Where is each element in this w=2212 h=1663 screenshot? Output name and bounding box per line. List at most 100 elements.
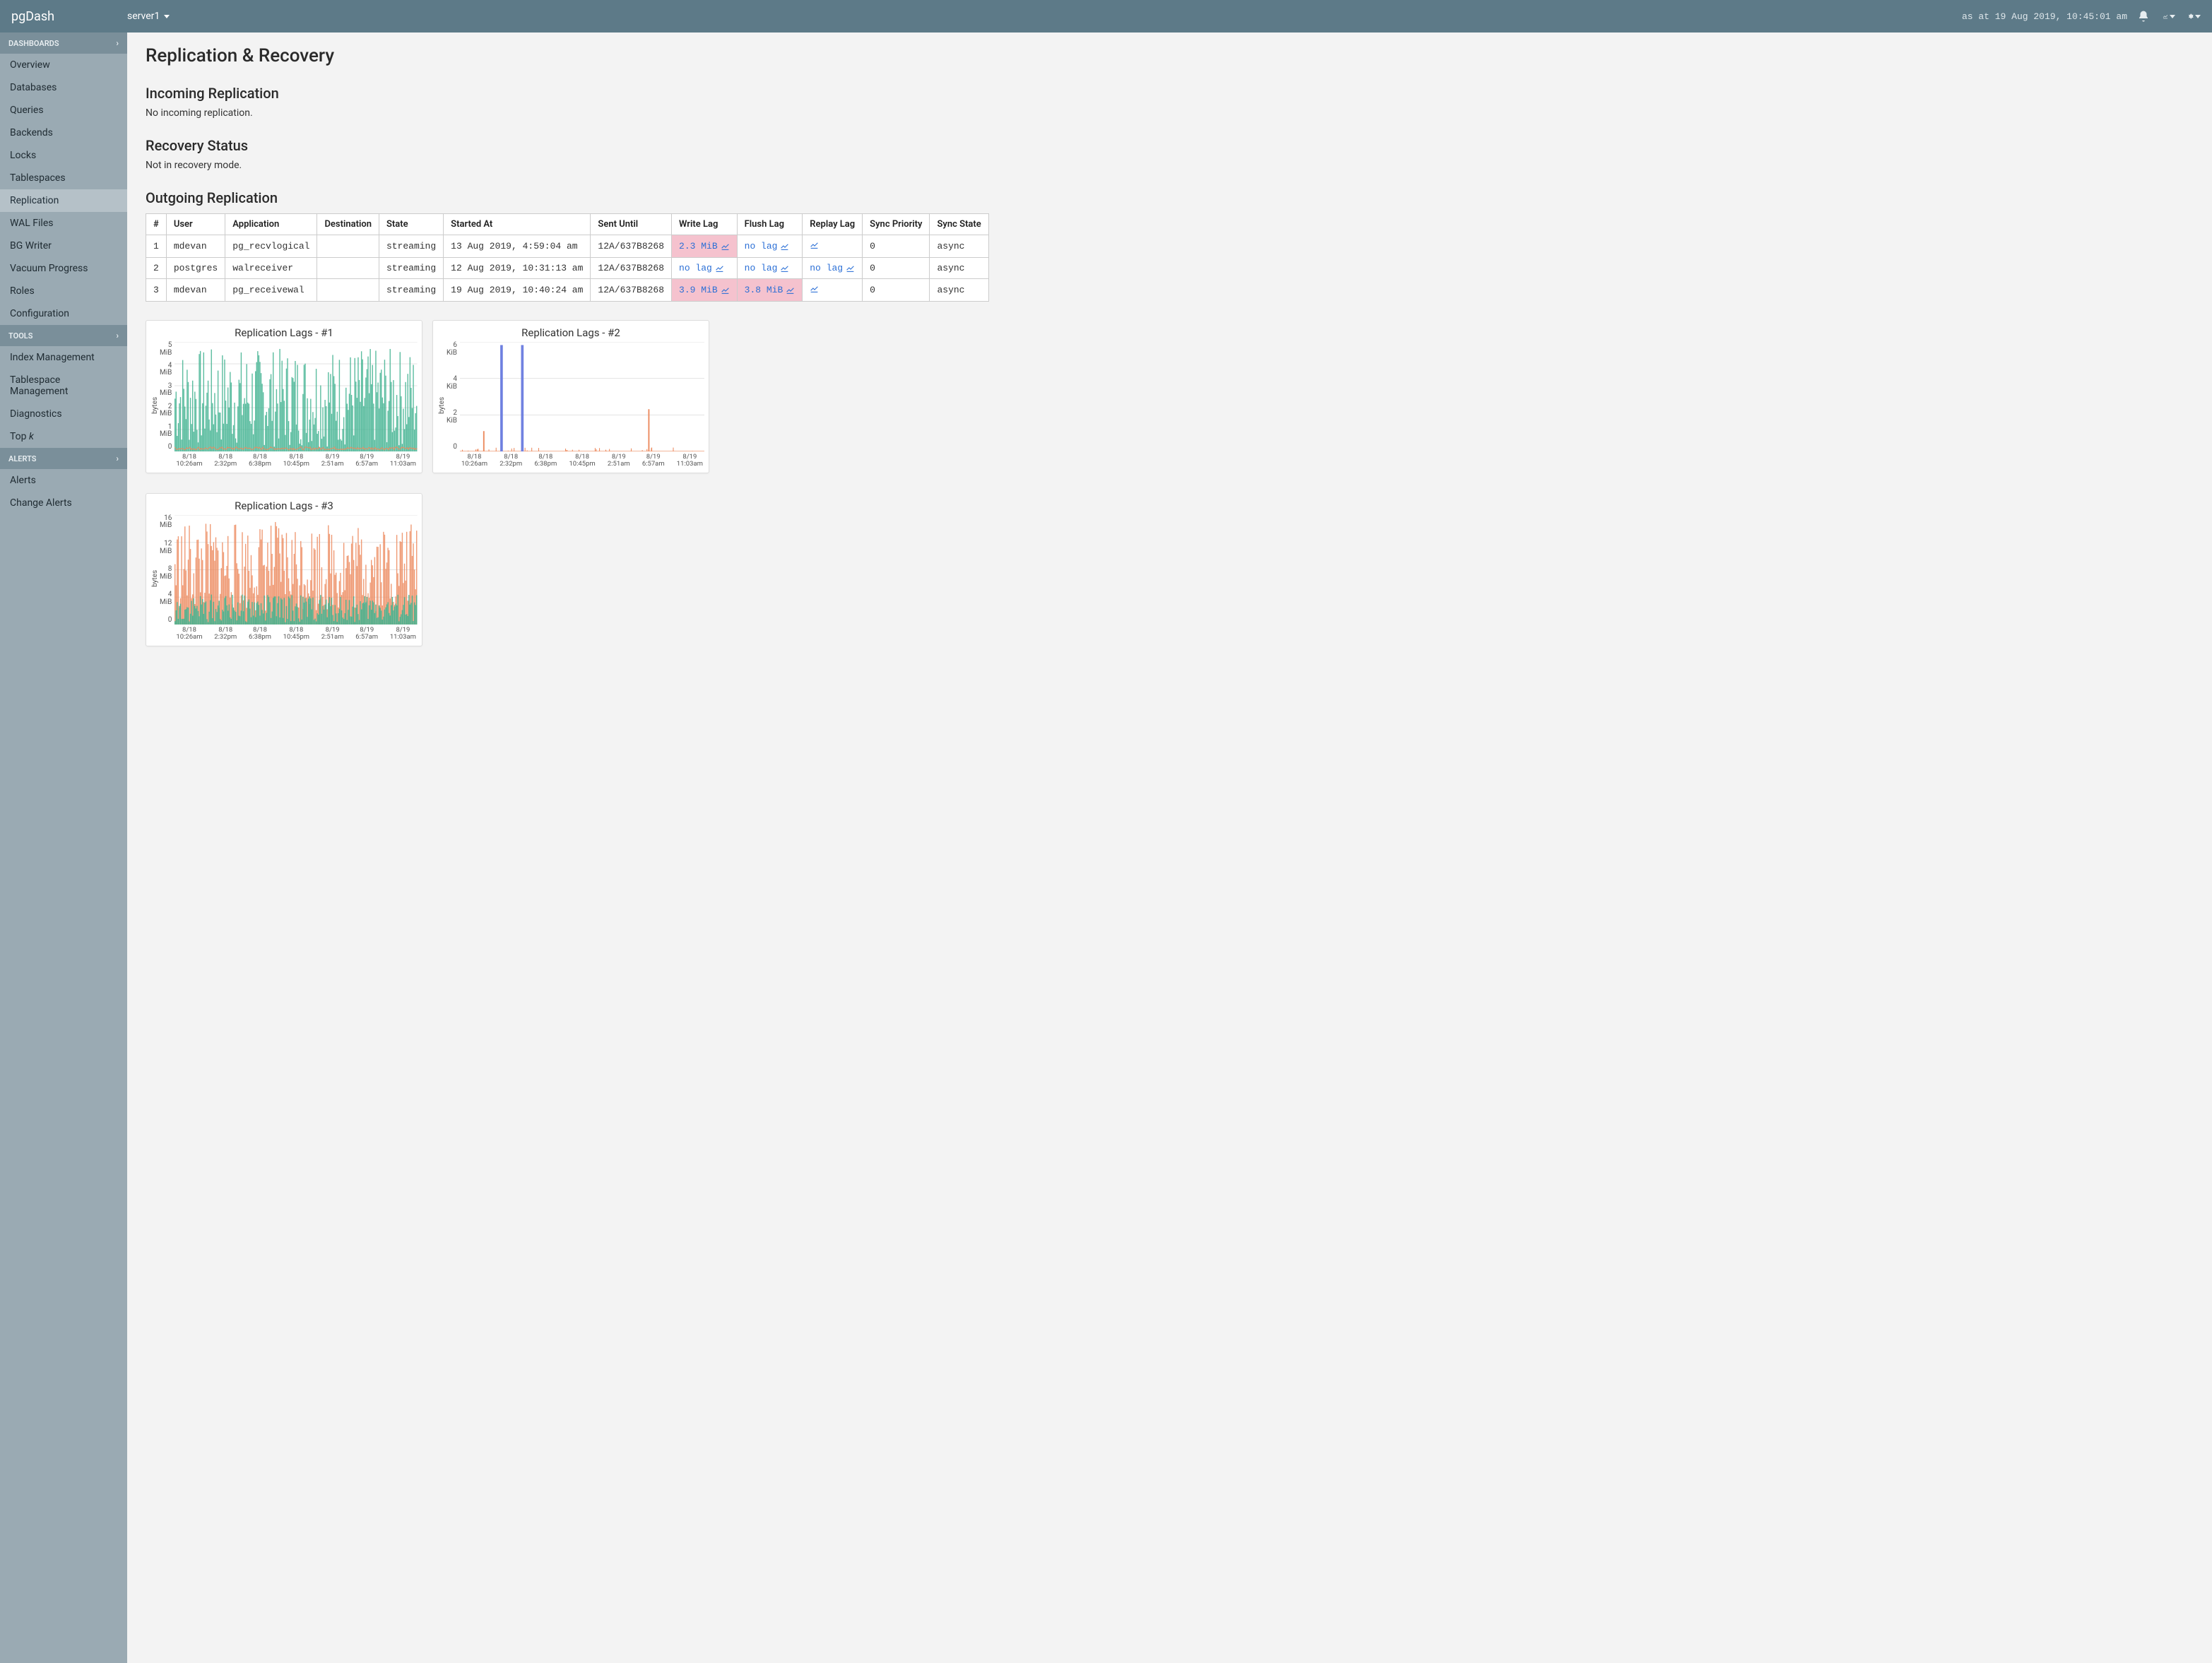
table-cell: streaming (379, 279, 443, 302)
chevron-right-icon: › (116, 38, 119, 48)
chart-plot[interactable] (175, 515, 418, 625)
chevron-right-icon: › (116, 454, 119, 463)
chart-card: Replication Lags - #2bytes6 KiB4 KiB2 Ki… (432, 320, 709, 473)
table-cell: async (930, 279, 988, 302)
outgoing-replication-table: #UserApplicationDestinationStateStarted … (146, 213, 989, 302)
table-cell: mdevan (166, 279, 225, 302)
table-cell: walreceiver (225, 258, 317, 279)
table-header: Started At (444, 214, 591, 235)
chart-plot[interactable] (460, 342, 704, 451)
table-row: 1mdevanpg_recvlogicalstreaming13 Aug 201… (146, 235, 989, 258)
lag-chart-link[interactable]: no lag (745, 241, 790, 251)
chart-y-label: bytes (150, 515, 160, 641)
chart-y-axis: 5 MiB4 MiB3 MiB2 MiB1 MiB0 (160, 342, 175, 451)
lag-cell: 2.3 MiB (672, 235, 738, 258)
sidebar-item-backends[interactable]: Backends (0, 122, 127, 144)
page-title: Replication & Recovery (146, 45, 2194, 66)
app-header: pgDash server1 as at 19 Aug 2019, 10:45:… (0, 0, 2212, 32)
sidebar-item-replication[interactable]: Replication (0, 189, 127, 212)
table-header: Write Lag (672, 214, 738, 235)
table-header: Application (225, 214, 317, 235)
lag-chart-link[interactable]: 3.9 MiB (679, 285, 730, 295)
sidebar-item-overview[interactable]: Overview (0, 54, 127, 76)
lag-cell: 3.8 MiB (737, 279, 803, 302)
table-cell: 12A/637B8268 (591, 279, 672, 302)
chart-title: Replication Lags - #1 (150, 326, 418, 339)
timestamp-label: as at 19 Aug 2019, 10:45:01 am (1962, 11, 2127, 22)
server-selector[interactable]: server1 (127, 11, 170, 22)
bell-icon[interactable] (2137, 10, 2150, 23)
lag-chart-link[interactable] (810, 240, 819, 249)
table-header: # (146, 214, 167, 235)
sidebar-item-tablespace-management[interactable]: Tablespace Management (0, 369, 127, 403)
sidebar-item-roles[interactable]: Roles (0, 280, 127, 302)
chart-card: Replication Lags - #1bytes5 MiB4 MiB3 Mi… (146, 320, 422, 473)
table-cell (317, 279, 379, 302)
table-cell: 12A/637B8268 (591, 235, 672, 258)
lag-cell (803, 279, 863, 302)
sidebar-item-configuration[interactable]: Configuration (0, 302, 127, 325)
lag-chart-link[interactable]: 3.8 MiB (745, 285, 796, 295)
sidebar-item-wal-files[interactable]: WAL Files (0, 212, 127, 235)
table-header: Flush Lag (737, 214, 803, 235)
table-cell: postgres (166, 258, 225, 279)
table-cell: pg_recvlogical (225, 235, 317, 258)
lag-cell: no lag (737, 258, 803, 279)
table-cell: streaming (379, 258, 443, 279)
main-content: Replication & Recovery Incoming Replicat… (127, 32, 2212, 1663)
chart-x-axis: 8/18 10:26am8/18 2:32pm8/18 6:38pm8/18 1… (460, 451, 704, 468)
table-header: Destination (317, 214, 379, 235)
sidebar-item-index-management[interactable]: Index Management (0, 346, 127, 369)
brand-logo: pgDash (11, 9, 127, 24)
table-cell: streaming (379, 235, 443, 258)
table-cell: async (930, 235, 988, 258)
sidebar-item-tablespaces[interactable]: Tablespaces (0, 167, 127, 189)
chart-x-axis: 8/18 10:26am8/18 2:32pm8/18 6:38pm8/18 1… (175, 625, 418, 641)
sidebar-section-header[interactable]: ALERTS› (0, 448, 127, 469)
outgoing-replication-heading: Outgoing Replication (146, 189, 2194, 206)
sidebar-item-bg-writer[interactable]: BG Writer (0, 235, 127, 257)
sidebar-item-locks[interactable]: Locks (0, 144, 127, 167)
lag-chart-link[interactable]: no lag (679, 263, 724, 273)
sidebar-item-diagnostics[interactable]: Diagnostics (0, 403, 127, 425)
chart-title: Replication Lags - #2 (437, 326, 704, 339)
chart-plot[interactable] (175, 342, 418, 451)
table-header: Sync State (930, 214, 988, 235)
gear-icon[interactable] (2188, 10, 2201, 23)
table-cell: 19 Aug 2019, 10:40:24 am (444, 279, 591, 302)
sidebar-item-databases[interactable]: Databases (0, 76, 127, 99)
sidebar-item-vacuum-progress[interactable]: Vacuum Progress (0, 257, 127, 280)
table-cell: mdevan (166, 235, 225, 258)
lag-chart-link[interactable] (810, 284, 819, 293)
sidebar-section-header[interactable]: DASHBOARDS› (0, 32, 127, 54)
lag-cell (803, 235, 863, 258)
table-cell: 0 (863, 258, 930, 279)
table-cell: async (930, 258, 988, 279)
chart-icon[interactable] (2163, 10, 2175, 23)
table-cell: 3 (146, 279, 167, 302)
table-cell: 12A/637B8268 (591, 258, 672, 279)
chart-y-axis: 6 KiB4 KiB2 KiB0 (446, 342, 460, 451)
table-cell (317, 235, 379, 258)
lag-cell: no lag (672, 258, 738, 279)
sidebar-item-topk[interactable]: Top k (0, 425, 127, 448)
lag-chart-link[interactable]: no lag (810, 263, 855, 273)
lag-chart-link[interactable]: 2.3 MiB (679, 241, 730, 251)
chart-card: Replication Lags - #3bytes16 MiB12 MiB8 … (146, 493, 422, 646)
table-cell: 12 Aug 2019, 10:31:13 am (444, 258, 591, 279)
sidebar-item-alerts[interactable]: Alerts (0, 469, 127, 492)
table-header: Sync Priority (863, 214, 930, 235)
lag-cell: no lag (803, 258, 863, 279)
sidebar-section-header[interactable]: TOOLS› (0, 325, 127, 346)
table-cell: 13 Aug 2019, 4:59:04 am (444, 235, 591, 258)
table-cell: pg_receivewal (225, 279, 317, 302)
chart-y-axis: 16 MiB12 MiB8 MiB4 MiB0 (160, 515, 175, 625)
sidebar-item-change-alerts[interactable]: Change Alerts (0, 492, 127, 514)
lag-cell: no lag (737, 235, 803, 258)
table-header: Sent Until (591, 214, 672, 235)
lag-cell: 3.9 MiB (672, 279, 738, 302)
sidebar-item-queries[interactable]: Queries (0, 99, 127, 122)
lag-chart-link[interactable]: no lag (745, 263, 790, 273)
table-cell: 2 (146, 258, 167, 279)
chevron-right-icon: › (116, 331, 119, 341)
